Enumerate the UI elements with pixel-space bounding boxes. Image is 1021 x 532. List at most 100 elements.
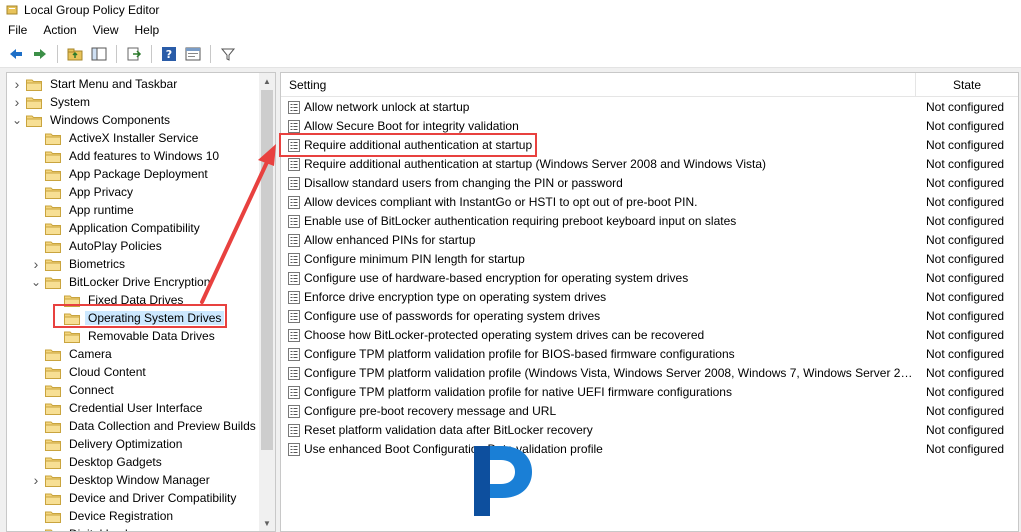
setting-row[interactable]: Choose how BitLocker-protected operating… bbox=[281, 326, 1018, 345]
column-header-state[interactable]: State bbox=[953, 73, 981, 97]
folder-icon bbox=[45, 403, 61, 415]
chevron-down-icon[interactable]: ⌄ bbox=[11, 111, 23, 129]
setting-state: Not configured bbox=[926, 290, 1005, 304]
tree-item[interactable]: Desktop Gadgets bbox=[30, 453, 165, 471]
folder-icon bbox=[45, 529, 61, 531]
setting-row[interactable]: Disallow standard users from changing th… bbox=[281, 174, 1018, 193]
tree-item[interactable]: Digital Locker bbox=[30, 525, 145, 531]
watermark-logo bbox=[474, 446, 532, 516]
tree-item[interactable]: Camera bbox=[30, 345, 115, 363]
tree-item[interactable]: App runtime bbox=[30, 201, 137, 219]
policy-setting-icon bbox=[288, 215, 300, 228]
menu-help[interactable]: Help bbox=[127, 20, 168, 40]
setting-row[interactable]: Enforce drive encryption type on operati… bbox=[281, 288, 1018, 307]
toolbar-separator bbox=[151, 44, 152, 63]
back-arrow-icon[interactable] bbox=[6, 44, 26, 64]
tree-item[interactable]: App Package Deployment bbox=[30, 165, 211, 183]
filter-icon[interactable] bbox=[218, 44, 238, 64]
setting-row[interactable]: Configure TPM platform validation profil… bbox=[281, 364, 1018, 383]
setting-row[interactable]: Allow devices compliant with InstantGo o… bbox=[281, 193, 1018, 212]
setting-row[interactable]: Configure pre-boot recovery message and … bbox=[281, 402, 1018, 421]
folder-icon bbox=[45, 421, 61, 433]
tree-item[interactable]: › System bbox=[11, 93, 93, 111]
menu-action[interactable]: Action bbox=[35, 20, 84, 40]
setting-row[interactable]: Configure minimum PIN length for startup… bbox=[281, 250, 1018, 269]
tree-item[interactable]: Connect bbox=[30, 381, 117, 399]
chevron-right-icon[interactable]: › bbox=[11, 75, 23, 93]
properties-icon[interactable] bbox=[183, 44, 203, 64]
menu-file[interactable]: File bbox=[0, 20, 35, 40]
tree-item[interactable]: AutoPlay Policies bbox=[30, 237, 165, 255]
tree-item-label: Add features to Windows 10 bbox=[69, 149, 220, 163]
tree-item[interactable]: Application Compatibility bbox=[30, 219, 203, 237]
tree-item[interactable]: Cloud Content bbox=[30, 363, 149, 381]
tree-item[interactable]: Device and Driver Compatibility bbox=[30, 489, 239, 507]
setting-row[interactable]: Configure use of hardware-based encrypti… bbox=[281, 269, 1018, 288]
export-list-icon[interactable] bbox=[124, 44, 144, 64]
setting-row[interactable]: Enable use of BitLocker authentication r… bbox=[281, 212, 1018, 231]
tree-item[interactable]: › Biometrics bbox=[30, 255, 128, 273]
policy-setting-icon bbox=[288, 272, 300, 285]
tree-item[interactable]: ⌄ Windows Components bbox=[11, 111, 173, 129]
setting-row[interactable]: Configure TPM platform validation profil… bbox=[281, 345, 1018, 364]
scroll-up-arrow-icon[interactable]: ▲ bbox=[259, 73, 275, 89]
folder-icon bbox=[45, 439, 61, 451]
setting-name: Disallow standard users from changing th… bbox=[304, 176, 623, 190]
tree-item[interactable]: Delivery Optimization bbox=[30, 435, 185, 453]
scrollbar-thumb[interactable] bbox=[261, 90, 273, 450]
policy-setting-icon bbox=[288, 386, 300, 399]
show-hide-tree-icon[interactable] bbox=[89, 44, 109, 64]
tree-vertical-scrollbar[interactable]: ▲ ▼ bbox=[259, 73, 275, 531]
setting-row[interactable]: Allow enhanced PINs for startup Not confi… bbox=[281, 231, 1018, 250]
tree-item[interactable]: › Start Menu and Taskbar bbox=[11, 75, 180, 93]
title-bar: Local Group Policy Editor bbox=[0, 0, 1021, 20]
column-divider[interactable] bbox=[915, 73, 916, 97]
tree-item[interactable]: ⌄ BitLocker Drive Encryption bbox=[30, 273, 213, 291]
tree-item[interactable]: Credential User Interface bbox=[30, 399, 205, 417]
tree-item-label: Desktop Window Manager bbox=[69, 473, 210, 487]
tree-item-label: Desktop Gadgets bbox=[69, 455, 162, 469]
chevron-down-icon[interactable]: ⌄ bbox=[30, 273, 42, 291]
setting-row[interactable]: Configure TPM platform validation profil… bbox=[281, 383, 1018, 402]
setting-state: Not configured bbox=[926, 385, 1005, 399]
tree-item[interactable]: App Privacy bbox=[30, 183, 136, 201]
column-header-setting[interactable]: Setting bbox=[289, 73, 326, 97]
setting-row[interactable]: Use enhanced Boot Configuration Data val… bbox=[281, 440, 1018, 459]
setting-row[interactable]: Require additional authentication at sta… bbox=[281, 155, 1018, 174]
setting-name: Enforce drive encryption type on operati… bbox=[304, 290, 607, 304]
folder-icon bbox=[26, 97, 42, 109]
chevron-right-icon[interactable]: › bbox=[30, 255, 42, 273]
menu-view[interactable]: View bbox=[85, 20, 127, 40]
tree-item[interactable]: Device Registration bbox=[30, 507, 176, 525]
tree-item-label: Credential User Interface bbox=[69, 401, 203, 415]
chevron-right-icon[interactable]: › bbox=[11, 93, 23, 111]
tree-item[interactable]: Removable Data Drives bbox=[49, 327, 218, 345]
up-folder-icon[interactable] bbox=[65, 44, 85, 64]
policy-setting-icon bbox=[288, 101, 300, 114]
tree-item[interactable]: ActiveX Installer Service bbox=[30, 129, 201, 147]
forward-arrow-icon[interactable] bbox=[30, 44, 50, 64]
setting-row[interactable]: Configure use of passwords for operating… bbox=[281, 307, 1018, 326]
chevron-right-icon[interactable]: › bbox=[30, 471, 42, 489]
policy-setting-icon bbox=[288, 348, 300, 361]
help-icon[interactable]: ? bbox=[159, 44, 179, 64]
tree-item[interactable]: › Desktop Window Manager bbox=[30, 471, 213, 489]
policy-setting-icon bbox=[288, 253, 300, 266]
tree-item[interactable]: Data Collection and Preview Builds bbox=[30, 417, 259, 435]
toolbar: ? bbox=[0, 40, 1021, 68]
tree-item[interactable]: Add features to Windows 10 bbox=[30, 147, 222, 165]
setting-row[interactable]: Reset platform validation data after Bit… bbox=[281, 421, 1018, 440]
setting-row[interactable]: Allow network unlock at startup Not confi… bbox=[281, 98, 1018, 117]
policy-setting-icon bbox=[288, 367, 300, 380]
folder-icon bbox=[45, 205, 61, 217]
setting-state: Not configured bbox=[926, 423, 1005, 437]
scroll-down-arrow-icon[interactable]: ▼ bbox=[259, 515, 275, 531]
policy-setting-icon bbox=[288, 158, 300, 171]
